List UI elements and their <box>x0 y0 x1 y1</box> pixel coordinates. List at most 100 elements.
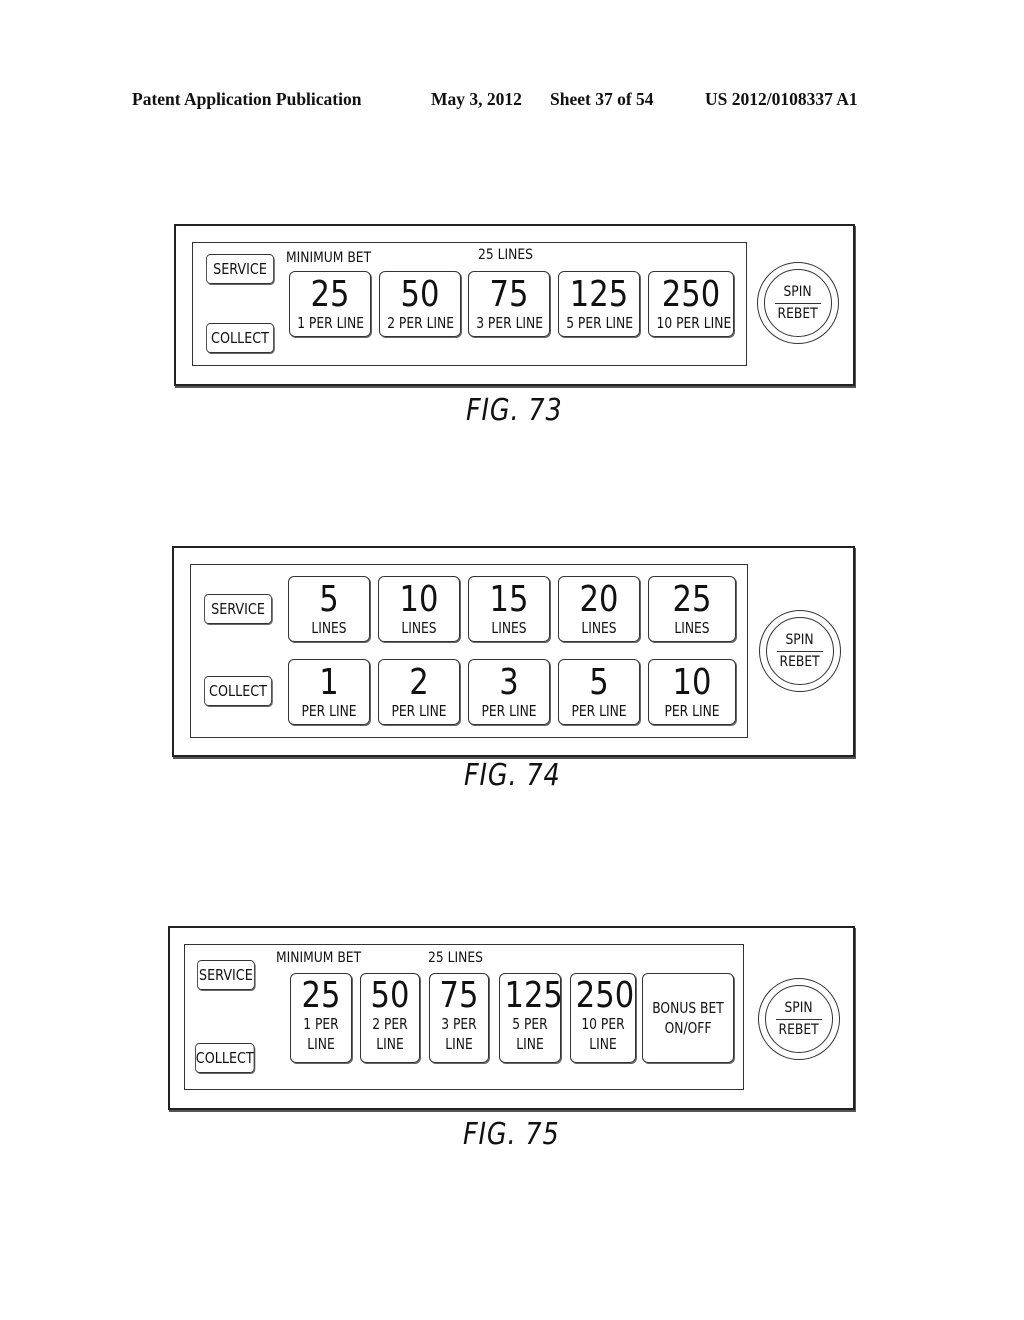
spin-inner-ring: SPIN REBET <box>765 985 833 1053</box>
sheet-number: Sheet 37 of 54 <box>550 89 654 109</box>
per-line-label: PER LINE <box>571 702 627 720</box>
bet-amount: 75 <box>439 975 479 1016</box>
bet-amount: 50 <box>400 274 440 315</box>
spin-inner-ring: SPIN REBET <box>764 269 832 337</box>
fig75-panel: SERVICE COLLECT MINIMUM BET 25 LINES 25 … <box>168 926 855 1110</box>
fig74-collect-button[interactable]: COLLECT <box>204 676 272 706</box>
bet-per: 10 PER <box>581 1015 625 1033</box>
bet-amount: 25 <box>310 274 350 315</box>
rebet-label: REBET <box>777 305 819 322</box>
bet-amount: 250 <box>661 274 721 315</box>
fig75-bet-250-button[interactable]: 250 10 PER LINE <box>570 973 636 1063</box>
lines-label: LINES <box>491 619 527 637</box>
bet-amount: 25 <box>301 975 341 1016</box>
bet-line: LINE <box>445 1035 473 1053</box>
fig74-lines-15-button[interactable]: 15 LINES <box>468 576 550 642</box>
spin-divider <box>776 1018 822 1020</box>
per-line-amount: 2 <box>409 662 429 703</box>
spin-label: SPIN <box>784 999 814 1016</box>
per-line-amount: 3 <box>499 662 519 703</box>
fig75-spin-rebet-button[interactable]: SPIN REBET <box>758 978 840 1060</box>
fig75-lines-label: 25 LINES <box>428 950 483 966</box>
fig75-bet-75-button[interactable]: 75 3 PER LINE <box>429 973 489 1063</box>
fig75-collect-button[interactable]: COLLECT <box>195 1043 255 1073</box>
fig74-per-line-2-button[interactable]: 2 PER LINE <box>378 659 460 725</box>
bet-per: 3 PER <box>441 1015 477 1033</box>
lines-label: LINES <box>401 619 437 637</box>
fig73-collect-button[interactable]: COLLECT <box>206 323 274 353</box>
fig75-bet-50-button[interactable]: 50 2 PER LINE <box>360 973 420 1063</box>
fig74-panel: SERVICE COLLECT 5 LINES 10 LINES 15 LINE… <box>172 546 855 757</box>
bet-line: LINE <box>376 1035 404 1053</box>
bonus-onoff-label: ON/OFF <box>664 1019 712 1037</box>
fig73-bet-75-button[interactable]: 75 3 PER LINE <box>468 271 550 337</box>
fig75-bonus-bet-button[interactable]: BONUS BET ON/OFF <box>642 973 734 1063</box>
lines-amount: 10 <box>399 579 439 620</box>
fig73-panel: SERVICE COLLECT MINIMUM BET 25 LINES 25 … <box>174 224 855 386</box>
bet-line: LINE <box>589 1035 617 1053</box>
bet-per-line: 1 PER LINE <box>297 314 365 332</box>
fig75-caption: FIG. 75 <box>463 1117 560 1152</box>
bet-amount: 50 <box>370 975 410 1016</box>
bet-per-line: 5 PER LINE <box>566 314 634 332</box>
bet-per-line: 3 PER LINE <box>476 314 544 332</box>
spin-inner-ring: SPIN REBET <box>766 617 834 685</box>
bet-line: LINE <box>516 1035 544 1053</box>
lines-amount: 25 <box>672 579 712 620</box>
fig75-service-button[interactable]: SERVICE <box>197 960 255 990</box>
fig74-lines-25-button[interactable]: 25 LINES <box>648 576 736 642</box>
fig74-lines-20-button[interactable]: 20 LINES <box>558 576 640 642</box>
fig74-service-button[interactable]: SERVICE <box>204 594 272 624</box>
spin-divider <box>775 302 821 304</box>
publication-date: May 3, 2012 <box>431 89 522 109</box>
rebet-label: REBET <box>778 1021 820 1038</box>
lines-label: LINES <box>581 619 617 637</box>
fig73-lines-label: 25 LINES <box>478 247 533 263</box>
bet-amount: 125 <box>569 274 629 315</box>
patent-number: US 2012/0108337 A1 <box>705 89 858 109</box>
lines-label: LINES <box>674 619 710 637</box>
lines-amount: 20 <box>579 579 619 620</box>
fig73-minimum-bet-label: MINIMUM BET <box>286 250 372 266</box>
bet-amount: 125 <box>504 975 561 1016</box>
fig75-minimum-bet-label: MINIMUM BET <box>276 950 362 966</box>
per-line-label: PER LINE <box>391 702 447 720</box>
fig75-bet-125-button[interactable]: 125 5 PER LINE <box>499 973 561 1063</box>
lines-amount: 5 <box>319 579 339 620</box>
bet-line: LINE <box>307 1035 335 1053</box>
fig73-spin-rebet-button[interactable]: SPIN REBET <box>757 262 839 344</box>
lines-amount: 15 <box>489 579 529 620</box>
fig74-spin-rebet-button[interactable]: SPIN REBET <box>759 610 841 692</box>
per-line-label: PER LINE <box>301 702 357 720</box>
fig74-per-line-1-button[interactable]: 1 PER LINE <box>288 659 370 725</box>
bet-amount: 75 <box>489 274 529 315</box>
per-line-label: PER LINE <box>481 702 537 720</box>
fig74-lines-5-button[interactable]: 5 LINES <box>288 576 370 642</box>
per-line-amount: 1 <box>319 662 339 703</box>
rebet-label: REBET <box>779 653 821 670</box>
fig73-bet-25-button[interactable]: 25 1 PER LINE <box>289 271 371 337</box>
spin-divider <box>777 650 823 652</box>
lines-label: LINES <box>311 619 347 637</box>
fig73-bet-250-button[interactable]: 250 10 PER LINE <box>648 271 734 337</box>
fig74-caption: FIG. 74 <box>464 758 561 793</box>
spin-label: SPIN <box>783 283 813 300</box>
bet-per-line: 2 PER LINE <box>387 314 455 332</box>
bet-per: 2 PER <box>372 1015 408 1033</box>
fig74-per-line-3-button[interactable]: 3 PER LINE <box>468 659 550 725</box>
bonus-bet-label: BONUS BET <box>652 999 724 1017</box>
spin-label: SPIN <box>785 631 815 648</box>
bet-per: 5 PER <box>512 1015 548 1033</box>
per-line-label: PER LINE <box>664 702 720 720</box>
publication-label: Patent Application Publication <box>132 89 362 109</box>
fig73-bet-50-button[interactable]: 50 2 PER LINE <box>379 271 461 337</box>
fig73-caption: FIG. 73 <box>466 393 563 428</box>
per-line-amount: 5 <box>589 662 609 703</box>
fig74-per-line-10-button[interactable]: 10 PER LINE <box>648 659 736 725</box>
fig75-bet-25-button[interactable]: 25 1 PER LINE <box>290 973 352 1063</box>
fig73-service-button[interactable]: SERVICE <box>206 254 274 284</box>
fig73-bet-125-button[interactable]: 125 5 PER LINE <box>558 271 640 337</box>
fig74-per-line-5-button[interactable]: 5 PER LINE <box>558 659 640 725</box>
fig74-lines-10-button[interactable]: 10 LINES <box>378 576 460 642</box>
bet-amount: 250 <box>575 975 635 1016</box>
